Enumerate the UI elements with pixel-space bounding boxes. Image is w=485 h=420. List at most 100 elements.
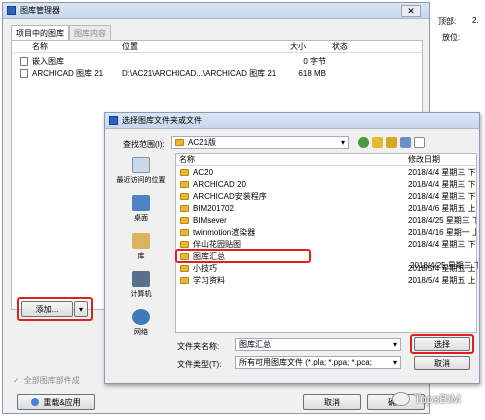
filetype-select[interactable]: 所有可用图库文件 (*.pla; *.ppa; *.pca; ▾ (235, 356, 401, 369)
col-file-name[interactable]: 名称 (176, 154, 408, 165)
col-location[interactable]: 位置 (122, 41, 290, 52)
add-library-button[interactable]: 添加... (21, 301, 73, 317)
folder-icon (175, 139, 184, 146)
col-size[interactable]: 大小 (290, 41, 332, 52)
file-row[interactable]: ARCHICAD安装程序 2018/4/4 星期三 下 (176, 190, 476, 202)
places-bar: 最近访问的位置 桌面 库 计算机 网络 (107, 153, 177, 343)
filename-input[interactable]: 图库汇总 ▾ (235, 338, 401, 351)
library-size: 618 MB (298, 68, 326, 78)
library-manager-title: 图库管理器 (20, 6, 60, 15)
file-row[interactable]: AC20 2018/4/4 星期三 下 (176, 166, 476, 178)
file-row[interactable]: BIMsever 2018/4/25 星期三 下 (176, 214, 476, 226)
file-name: ARCHICAD 20 (193, 179, 246, 189)
file-name: BIM201702 (193, 203, 234, 213)
file-row[interactable]: twinmotion渲染器 2018/4/16 星期一 上 (176, 226, 476, 238)
library-row[interactable]: 嵌入图库 0 字节 (12, 55, 422, 67)
filetype-value: 所有可用图库文件 (*.pla; *.ppa; *.pca; (239, 358, 372, 367)
wechat-logo-icon (392, 392, 410, 406)
new-folder-icon[interactable] (386, 137, 397, 148)
folder-icon (180, 192, 189, 200)
file-name: twinmotion渲染器 (193, 227, 256, 237)
library-size: 0 字节 (303, 56, 326, 66)
file-date: 2018/4/16 星期一 上 (408, 227, 476, 237)
file-date: 2018/4/4 星期三 下 (408, 167, 476, 177)
add-button-label: 添加... (35, 304, 59, 314)
all-parts-hint-label: 全部图库部件成 (23, 376, 80, 385)
all-parts-hint: ✓ 全部图库部件成 (13, 375, 80, 386)
place-label: 最近访问的位置 (116, 177, 166, 184)
computer-icon (132, 271, 150, 287)
library-folder-icon (20, 68, 28, 78)
file-date: 2018/4/4 星期三 下 (408, 239, 476, 249)
file-row[interactable]: 伴山花园贴图 2018/4/4 星期三 下 (176, 238, 476, 250)
view-menu-icon[interactable] (400, 137, 411, 148)
file-dialog-titlebar[interactable]: 选择图库文件夹或文件 (105, 113, 479, 129)
place-network[interactable]: 网络 (107, 309, 175, 337)
file-name: 学习资料 (193, 275, 225, 285)
filetype-label: 文件类型(T): (177, 360, 222, 369)
top-value: 2. (472, 16, 479, 25)
select-button[interactable]: 选择 (414, 337, 470, 351)
back-icon[interactable] (358, 137, 369, 148)
reload-icon (31, 398, 40, 406)
file-date: 2018/4/6 星期五 上 (408, 203, 476, 213)
reload-apply-label: 重载&应用 (43, 397, 81, 407)
file-rows: AC20 2018/4/4 星期三 下 ARCHICAD 20 2018/4/4 星… (175, 166, 478, 286)
library-name: ARCHICAD 图库 21 (32, 68, 104, 78)
folder-icon (180, 180, 189, 188)
folder-icon (180, 216, 189, 224)
library-location: D:\AC21\ARCHICAD...\ARCHICAD 图库 21 (122, 68, 277, 78)
close-icon[interactable]: ✕ (401, 5, 421, 17)
file-row[interactable]: BIM201702 2018/4/6 星期五 上 (176, 202, 476, 214)
place-desktop[interactable]: 桌面 (107, 195, 175, 223)
file-date: 2018/5/4 星期五 上 (408, 275, 476, 285)
background-info-panel: 顶部: 2. 放位: (432, 0, 485, 60)
col-status[interactable]: 状态 (332, 41, 382, 52)
lookin-select[interactable]: AC21版 ▾ (171, 136, 349, 149)
reload-apply-button[interactable]: 重载&应用 (17, 394, 95, 410)
tab-project-libraries[interactable]: 项目中的图库 (11, 25, 69, 40)
folder-icon (180, 252, 189, 260)
up-folder-icon[interactable] (372, 137, 383, 148)
lookin-value: AC21版 (188, 138, 217, 147)
place-recent[interactable]: 最近访问的位置 (107, 157, 175, 185)
help-icon[interactable] (414, 137, 425, 148)
place-label: 库 (137, 253, 145, 260)
place-libraries[interactable]: 库 (107, 233, 175, 261)
dialog-icon (109, 116, 118, 125)
chevron-down-icon: ✓ (13, 376, 20, 385)
file-row-selected[interactable]: 图库汇总 (175, 249, 311, 263)
library-row[interactable]: ARCHICAD 图库 21 D:\AC21\ARCHICAD...\ARCHI… (12, 67, 422, 79)
add-dropdown-button[interactable]: ▾ (74, 301, 88, 317)
embedded-library-icon (20, 56, 28, 66)
file-date: 2018/4/4 星期三 下 (408, 179, 476, 189)
lookin-label: 查找范围(I): (123, 140, 165, 149)
filename-value: 图库汇总 (239, 340, 271, 349)
place-label: 计算机 (130, 291, 152, 298)
network-icon (132, 309, 150, 325)
app-icon (7, 6, 16, 15)
library-manager-titlebar[interactable]: 图库管理器 (3, 3, 429, 19)
libraries-icon (132, 233, 150, 249)
file-name: 小技巧 (193, 263, 217, 273)
dialog-toolbar (355, 137, 425, 148)
desktop-icon (132, 195, 150, 211)
file-dialog-window: 选择图库文件夹或文件 查找范围(I): AC21版 ▾ 最近访问的位置 桌面 库… (104, 112, 480, 384)
col-modified[interactable]: 修改日期 (408, 154, 476, 165)
folder-icon (180, 228, 189, 236)
folder-icon (180, 204, 189, 212)
manager-cancel-button[interactable]: 取消 (303, 394, 361, 410)
filename-label: 文件夹名称: (177, 342, 220, 351)
library-name: 嵌入图库 (32, 56, 64, 66)
file-row[interactable]: 学习资料 2018/5/4 星期五 上 (176, 274, 476, 286)
file-list-header: 名称 修改日期 (176, 154, 476, 166)
tab-library-content[interactable]: 图库内容 (69, 25, 111, 40)
folder-icon (180, 276, 189, 284)
library-list-header: 名称 位置 大小 状态 (12, 41, 422, 53)
file-date: 2018/4/4 星期三 下 (408, 191, 476, 201)
place-computer[interactable]: 计算机 (107, 271, 175, 299)
col-name[interactable]: 名称 (12, 41, 122, 52)
dialog-cancel-button[interactable]: 取消 (414, 356, 470, 370)
file-row[interactable]: ARCHICAD 20 2018/4/4 星期三 下 (176, 178, 476, 190)
file-name: 伴山花园贴图 (193, 239, 241, 249)
